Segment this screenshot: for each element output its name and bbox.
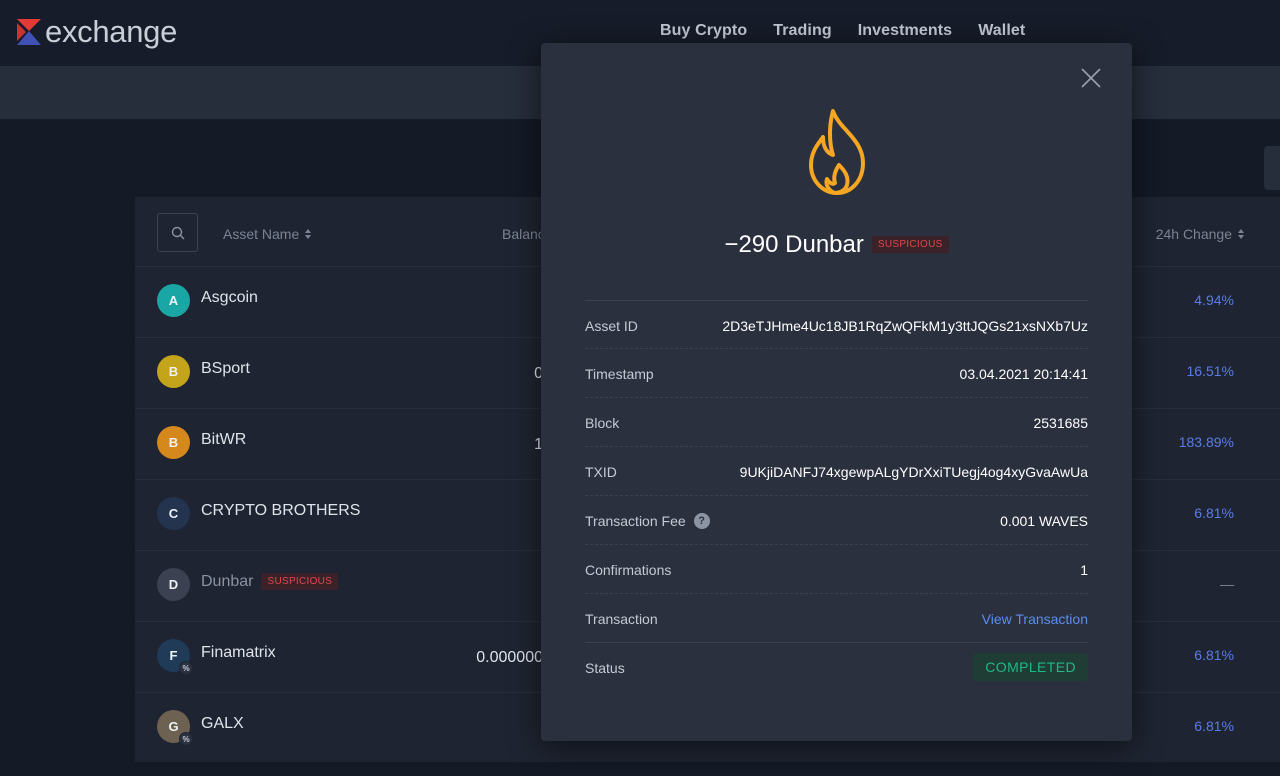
- detail-asset-id: Asset ID 2D3eTJHme4Uc18JB1RqZwQFkM1y3ttJ…: [585, 300, 1088, 349]
- block-value: 2531685: [1033, 415, 1088, 431]
- avatar: G%: [157, 710, 193, 746]
- detail-txid: TXID 9UKjiDANFJ74xgewpALgYDrXxiTUegj4og4…: [585, 447, 1088, 496]
- main-nav: Buy Crypto Trading Investments Wallet: [660, 22, 1051, 40]
- header-asset-name[interactable]: Asset Name: [223, 226, 312, 242]
- asset-name: Finamatrix: [201, 644, 276, 661]
- detail-transaction: Transaction View Transaction: [585, 594, 1088, 643]
- percent-badge-icon: %: [179, 661, 193, 675]
- fee-value: 0.001 WAVES: [1000, 513, 1088, 529]
- side-panel-tab[interactable]: [1264, 146, 1280, 190]
- asset-change: —: [1220, 576, 1234, 592]
- avatar: D: [157, 568, 190, 601]
- search-button[interactable]: [157, 213, 198, 252]
- detail-status: Status COMPLETED: [585, 643, 1088, 692]
- confirmations-value: 1: [1080, 562, 1088, 578]
- detail-transaction-fee: Transaction Fee? 0.001 WAVES: [585, 496, 1088, 545]
- asset-change: 6.81%: [1194, 647, 1234, 663]
- header-24h-change[interactable]: 24h Change: [1156, 226, 1244, 242]
- txid-value[interactable]: 9UKjiDANFJ74xgewpALgYDrXxiTUegj4og4xyGva…: [740, 464, 1088, 480]
- suspicious-badge: SUSPICIOUS: [261, 573, 339, 590]
- avatar: F%: [157, 639, 193, 675]
- close-icon: [1081, 68, 1101, 88]
- asset-change: 183.89%: [1178, 434, 1234, 450]
- asset-change: 6.81%: [1194, 505, 1234, 521]
- logo-text: exchange: [45, 14, 178, 49]
- help-icon[interactable]: ?: [693, 513, 710, 529]
- nav-buy-crypto[interactable]: Buy Crypto: [660, 22, 747, 40]
- detail-timestamp: Timestamp 03.04.2021 20:14:41: [585, 349, 1088, 398]
- asset-balance: 0.000000: [476, 649, 543, 666]
- close-button[interactable]: [1080, 67, 1102, 89]
- nav-wallet[interactable]: Wallet: [978, 22, 1025, 40]
- view-transaction-link[interactable]: View Transaction: [982, 611, 1088, 627]
- detail-block: Block 2531685: [585, 398, 1088, 447]
- asset-change: 4.94%: [1194, 292, 1234, 308]
- nav-trading[interactable]: Trading: [773, 22, 831, 40]
- asset-change: 6.81%: [1194, 718, 1234, 734]
- avatar: A: [157, 284, 190, 317]
- asset-name: Asgcoin: [201, 289, 258, 306]
- asset-name: BitWR: [201, 431, 247, 448]
- fire-icon: [809, 109, 865, 195]
- search-icon: [171, 226, 184, 239]
- transaction-details-modal: −290 Dunbar SUSPICIOUS Asset ID 2D3eTJHme…: [541, 43, 1132, 741]
- asset-name: GALX: [201, 715, 244, 732]
- transaction-details: Asset ID 2D3eTJHme4Uc18JB1RqZwQFkM1y3ttJ…: [585, 300, 1088, 692]
- logo-mark-icon: [17, 19, 41, 45]
- detail-confirmations: Confirmations 1: [585, 545, 1088, 594]
- asset-change: 16.51%: [1186, 363, 1234, 379]
- asset-id-value[interactable]: 2D3eTJHme4Uc18JB1RqZwQFkM1y3ttJQGs21xsNX…: [722, 318, 1088, 334]
- asset-name: Dunbar SUSPICIOUS: [201, 573, 339, 591]
- asset-name: CRYPTO BROTHERS: [201, 502, 361, 519]
- logo[interactable]: exchange: [17, 14, 177, 50]
- avatar: B: [157, 426, 190, 459]
- status-badge: COMPLETED: [973, 653, 1088, 681]
- timestamp-value: 03.04.2021 20:14:41: [959, 366, 1088, 382]
- percent-badge-icon: %: [179, 732, 193, 746]
- asset-name: BSport: [201, 360, 250, 377]
- sort-icon: [1238, 229, 1244, 239]
- avatar: B: [157, 355, 190, 388]
- avatar: C: [157, 497, 190, 530]
- sort-icon: [305, 229, 312, 239]
- nav-investments[interactable]: Investments: [858, 22, 952, 40]
- suspicious-badge: SUSPICIOUS: [871, 236, 949, 253]
- transaction-amount: −290 Dunbar SUSPICIOUS: [541, 231, 1132, 259]
